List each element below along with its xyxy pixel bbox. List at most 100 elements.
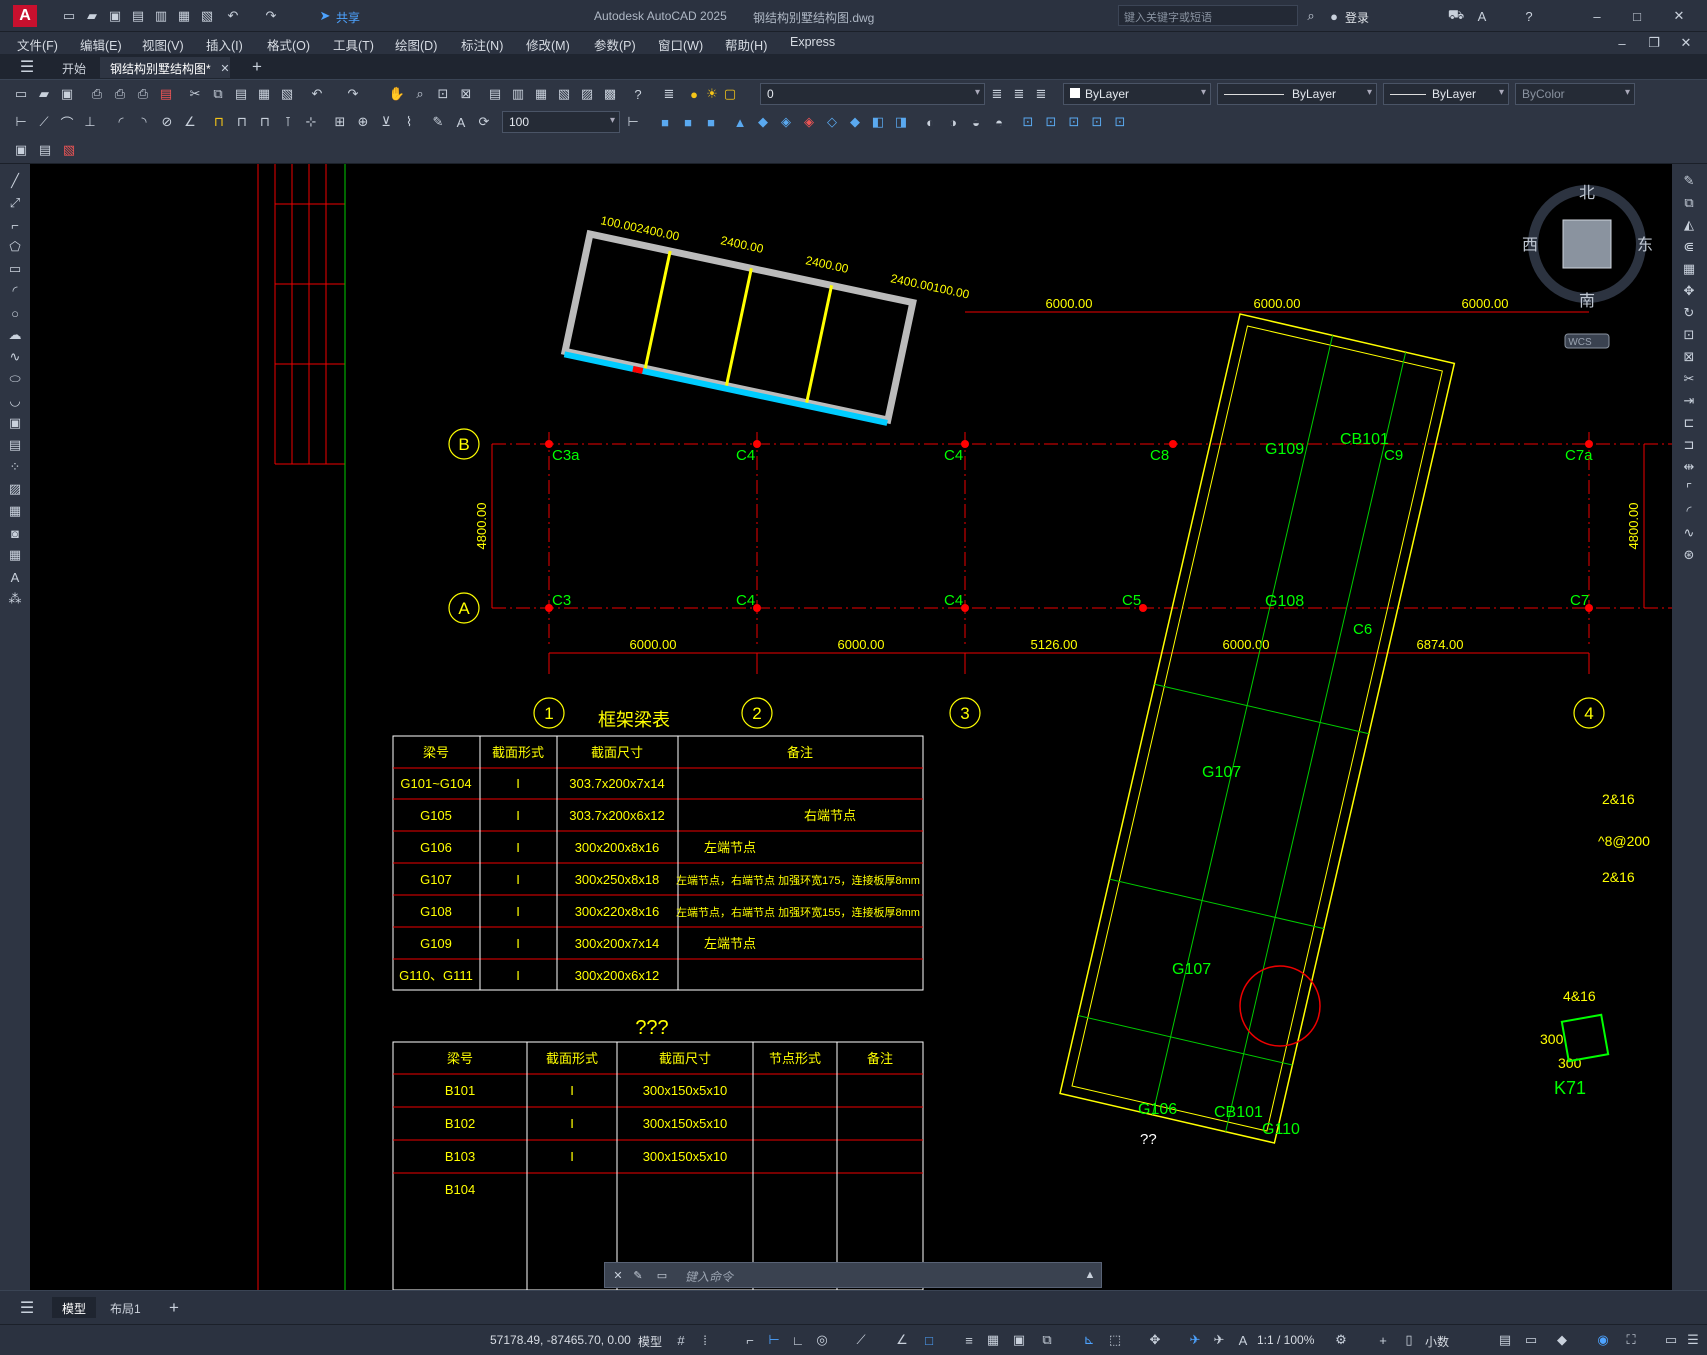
annotation-visibility-icon[interactable]: ✈ [1186,1331,1204,1349]
slice-icon[interactable]: ◆ [846,113,864,131]
wcs-label[interactable]: WCS [1568,337,1592,348]
annotation-scale-icon[interactable]: A [1234,1331,1252,1349]
table-icon[interactable]: ▦ [6,546,24,564]
center-mark-icon[interactable]: ⊕ [354,113,372,131]
properties-icon[interactable]: ▤ [486,85,504,103]
grid-icon[interactable]: # [672,1331,690,1349]
maximize-icon[interactable]: □ [1628,7,1646,25]
dynamic-input-icon[interactable]: ⊢ [765,1331,783,1349]
graphics-perf-icon[interactable]: ◉ [1594,1331,1612,1349]
command-close-icon[interactable]: ✕ [609,1266,627,1284]
customize-icon[interactable]: ▭ [1662,1331,1680,1349]
selection-cycle-icon[interactable]: ▣ [1010,1331,1028,1349]
menu-draw[interactable]: 绘图(D) [395,35,437,54]
solid-sphere-icon[interactable]: ■ [679,113,697,131]
ucs-world-icon[interactable]: ⊡ [1042,113,1060,131]
visual-style-icon[interactable]: ◐ [921,113,939,131]
share-label[interactable]: 共享 [336,9,360,26]
selection-filter-icon[interactable]: ⬚ [1106,1331,1124,1349]
gizmo-icon[interactable]: ✥ [1146,1331,1164,1349]
lineweight-dropdown[interactable]: ByLayer ▾ [1383,83,1509,105]
subtract-icon[interactable]: ◈ [800,113,818,131]
osnap-icon[interactable]: □ [920,1331,938,1349]
rotate-icon[interactable]: ↻ [1680,304,1698,322]
command-line[interactable]: ✕ ✎ ▭ 键入命令 ▲ [604,1262,1102,1288]
ortho-icon[interactable]: ∟ [789,1331,807,1349]
cart-icon[interactable]: ⛟ [1447,7,1465,25]
pan-icon[interactable]: ✋ [388,85,406,103]
minimize-icon[interactable]: – [1588,7,1606,25]
menu-format[interactable]: 格式(O) [267,35,310,54]
viewcube-east[interactable]: 东 [1637,236,1653,254]
dim-baseline-icon[interactable]: ⊓ [233,113,251,131]
doc-restore-icon[interactable]: ❐ [1645,34,1663,52]
revision-cloud-icon[interactable]: ☁ [6,326,24,344]
make-current-layer-icon[interactable]: ≣ [988,85,1006,103]
fillet-icon[interactable]: ◜ [1680,502,1698,520]
linetype-dropdown[interactable]: ByLayer ▾ [1217,83,1377,105]
mtext-icon[interactable]: A [6,568,24,586]
dim-update-icon[interactable]: ⟳ [475,113,493,131]
menu-parametric[interactable]: 参数(P) [594,35,636,54]
rectangle-icon[interactable]: ▭ [6,260,24,278]
isodraft-icon[interactable]: ⟋ [852,1331,870,1349]
calculator-icon[interactable]: ▩ [601,85,619,103]
break-icon[interactable]: ⊐ [1680,436,1698,454]
new-tab-icon[interactable]: + [248,57,266,76]
gradient-icon[interactable]: ▦ [6,502,24,520]
sheet-set-icon[interactable]: ▧ [555,85,573,103]
viewcube[interactable]: 北 南 东 西 WCS [1522,184,1653,349]
dim-diameter-icon[interactable]: ⊘ [158,113,176,131]
dim-ordinate-icon[interactable]: ⊥ [81,113,99,131]
help-tb-icon[interactable]: ? [629,85,647,103]
scale-icon[interactable]: ⊡ [1680,326,1698,344]
inspect-icon[interactable]: ⊻ [377,113,395,131]
arc-icon[interactable]: ◜ [6,282,24,300]
hatch-icon[interactable]: ▨ [6,480,24,498]
dim-radius-icon[interactable]: ◜ [112,113,130,131]
add-layout-icon[interactable]: + [165,1298,183,1317]
circle-icon[interactable]: ○ [6,304,24,322]
plotstyle-dropdown[interactable]: ByColor ▾ [1515,83,1635,105]
polygon-icon[interactable]: ⬠ [6,238,24,256]
quick-dim-icon[interactable]: ⊓ [210,113,228,131]
revolve-icon[interactable]: ◆ [754,113,772,131]
design-center-icon[interactable]: ▥ [509,85,527,103]
ucs-icon[interactable]: ⊡ [1019,113,1037,131]
tab-close-icon[interactable]: ✕ [216,59,234,77]
conceptual-icon[interactable]: ◒ [967,113,985,131]
print-preview-icon[interactable]: ⎙ [111,85,129,103]
print-icon[interactable]: ⎙ [88,85,106,103]
new-file-icon[interactable]: ▭ [60,7,78,25]
viewcube-west[interactable]: 西 [1522,237,1538,254]
extend-icon[interactable]: ⇥ [1680,392,1698,410]
command-custom-icon[interactable]: ✎ [629,1266,647,1284]
zoom-previous-icon[interactable]: ⊠ [457,85,475,103]
jogged-linear-icon[interactable]: ⌇ [400,113,418,131]
layer-lock-icon[interactable]: ▢ [721,85,739,103]
construction-line-icon[interactable]: ⤢ [6,194,24,212]
viewcube-south[interactable]: 南 [1579,292,1595,310]
layer-properties-icon[interactable]: ≣ [660,85,678,103]
menu-view[interactable]: 视图(V) [142,35,184,54]
help-icon[interactable]: ? [1520,7,1538,25]
polar-icon[interactable]: ◎ [813,1331,831,1349]
qnew-icon[interactable]: ▭ [12,85,30,103]
search-input[interactable]: 键入关键字或短语 [1118,5,1298,26]
hamburger-menu-icon[interactable]: ☰ [18,58,36,76]
dim-continue-icon[interactable]: ⊓ [256,113,274,131]
union-icon[interactable]: ◈ [777,113,795,131]
menu-insert[interactable]: 插入(I) [206,35,243,54]
undo-tb-icon[interactable]: ↶ [308,85,326,103]
command-history-icon[interactable]: ▲ [1081,1266,1099,1284]
login-button[interactable]: 登录 [1345,9,1369,26]
3d-osnap-icon[interactable]: ⧉ [1038,1331,1056,1349]
zoom-window-icon[interactable]: ⊡ [434,85,452,103]
quick-properties-icon[interactable]: ▤ [1496,1331,1514,1349]
array-icon[interactable]: ▦ [1680,260,1698,278]
ucs-prev-icon[interactable]: ⊡ [1065,113,1083,131]
insert-block-icon[interactable]: ▣ [12,141,30,159]
layer-dropdown[interactable]: 0 ▾ [760,83,985,105]
ucs-view-icon[interactable]: ⊡ [1111,113,1129,131]
region-icon[interactable]: ◙ [6,524,24,542]
